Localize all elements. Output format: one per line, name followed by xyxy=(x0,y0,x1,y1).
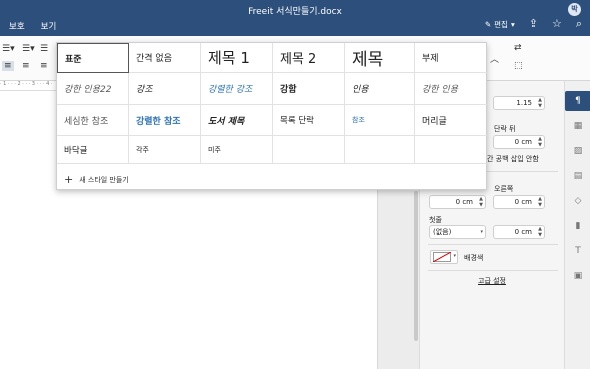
style-item xyxy=(273,136,345,164)
paragraph-after-input[interactable]: 0 cm ▲ ▼ xyxy=(493,135,545,149)
line-spacing-value: 1.15 xyxy=(516,99,532,107)
background-color-button[interactable]: ▾ xyxy=(430,250,458,264)
first-line-select[interactable]: (없음) ▾ xyxy=(429,225,486,239)
chevron-down-icon: ▾ xyxy=(453,253,456,259)
indent-right-label: 오른쪽 xyxy=(494,185,514,193)
style-item[interactable]: 강렬한 강조 xyxy=(201,73,273,105)
stepper-icon[interactable]: ▲ ▼ xyxy=(479,196,483,208)
line-spacing-input[interactable]: 1.15 ▲ ▼ xyxy=(493,96,545,110)
multilevel-list-icon[interactable]: ☰ xyxy=(40,44,48,54)
search-icon[interactable]: ⌕ xyxy=(576,18,582,30)
style-item[interactable]: 부제 xyxy=(415,43,487,73)
style-item[interactable]: 강한 인용 xyxy=(415,73,487,105)
first-line-select-value: (없음) xyxy=(433,228,452,236)
table-icon[interactable]: ▦ xyxy=(571,119,585,133)
style-item[interactable]: 참조 xyxy=(345,105,415,136)
image-icon[interactable]: ▨ xyxy=(571,144,585,158)
new-style-label: 새 스타일 만들기 xyxy=(79,175,129,184)
text-art-icon[interactable]: T xyxy=(571,244,585,258)
style-item[interactable]: 강조 xyxy=(129,73,201,105)
indent-left-value: 0 cm xyxy=(455,198,473,206)
first-line-label: 첫줄 xyxy=(429,216,442,224)
paragraph-after-value: 0 cm xyxy=(514,138,532,146)
stepper-icon[interactable]: ▲ ▼ xyxy=(538,226,542,238)
align-center-icon[interactable]: ≡ xyxy=(22,61,30,71)
align-right-icon[interactable]: ≡ xyxy=(40,61,48,71)
plus-icon: + xyxy=(64,173,74,186)
style-item[interactable]: 머리글 xyxy=(415,105,487,136)
styles-gallery: 표준 간격 없음 제목 1 제목 2 제목 부제강한 인용22 강조 강렬한 강조 강함 인용 강한… xyxy=(56,42,487,190)
toolbar-right: ✎ 편집 ▾ ⇪ ☆ ⌕ xyxy=(485,18,582,30)
ruler: · 1 · · · 2 · · · 3 · · · 4 · xyxy=(0,81,56,91)
style-item[interactable]: 인용 xyxy=(345,73,415,105)
style-item[interactable]: 세심한 참조 xyxy=(57,105,129,136)
numbered-list-icon[interactable]: ☰▾ xyxy=(22,44,35,54)
menu-bar: 보호 보기 xyxy=(9,20,56,32)
style-item[interactable]: 제목 1 xyxy=(201,43,273,73)
shapes-icon[interactable]: ◇ xyxy=(571,194,585,208)
style-item xyxy=(415,136,487,164)
paragraph-icon[interactable]: ¶ xyxy=(565,91,590,111)
style-item[interactable]: 바닥글 xyxy=(57,136,129,164)
first-line-value: 0 cm xyxy=(514,228,532,236)
advanced-settings-link[interactable]: 고급 설정 xyxy=(478,276,506,286)
side-toolbar: ¶ ▦ ▨ ▤ ◇ ▮ T ▣ xyxy=(564,81,590,369)
stepper-icon[interactable]: ▲ ▼ xyxy=(538,97,542,109)
indent-right-input[interactable]: 0 cm ▲ ▼ xyxy=(493,195,545,209)
indent-right-value: 0 cm xyxy=(514,198,532,206)
title-bar: Freeit 서식만들기.docx 보호 보기 박 ✎ 편집 ▾ ⇪ ☆ ⌕ xyxy=(0,0,590,36)
style-item[interactable]: 표준 xyxy=(57,43,129,73)
pencil-icon: ✎ xyxy=(484,19,492,29)
menu-protect[interactable]: 보호 xyxy=(9,20,25,32)
stepper-icon[interactable]: ▲ ▼ xyxy=(538,196,542,208)
style-item[interactable]: 도서 제목 xyxy=(201,105,273,136)
divider xyxy=(428,244,558,245)
divider xyxy=(428,270,558,271)
chevron-down-icon: ▾ xyxy=(510,19,515,29)
style-item[interactable]: 목록 단락 xyxy=(273,105,345,136)
stepper-icon[interactable]: ▲ ▼ xyxy=(538,136,542,148)
collapse-styles-icon[interactable]: ︿ xyxy=(490,52,499,65)
no-space-checkbox-label[interactable]: 간 공백 삽입 안함 xyxy=(487,154,539,164)
style-item[interactable]: 간격 없음 xyxy=(129,43,201,73)
style-item xyxy=(345,136,415,164)
document-title: Freeit 서식만들기.docx xyxy=(248,7,342,17)
align-left-icon[interactable]: ≡ xyxy=(2,61,14,71)
header-footer-icon[interactable]: ▤ xyxy=(571,169,585,183)
bullet-list-icon[interactable]: ☰▾ xyxy=(2,44,15,54)
menu-view[interactable]: 보기 xyxy=(41,20,57,32)
style-item[interactable]: 각주 xyxy=(129,136,201,164)
select-icon[interactable]: ⬚ xyxy=(514,61,523,71)
chart-icon[interactable]: ▮ xyxy=(571,219,585,233)
first-line-input[interactable]: 0 cm ▲ ▼ xyxy=(493,225,545,239)
paragraph-after-label: 단락 뒤 xyxy=(494,125,516,133)
background-color-label: 배경색 xyxy=(464,254,484,262)
share-icon[interactable]: ⇪ xyxy=(529,18,538,30)
style-item[interactable]: 제목 xyxy=(345,43,415,73)
replace-icon[interactable]: ⇄ xyxy=(514,43,522,53)
avatar[interactable]: 박 xyxy=(568,3,581,16)
indent-left-input[interactable]: 0 cm ▲ ▼ xyxy=(429,195,486,209)
star-icon[interactable]: ☆ xyxy=(552,18,562,30)
edit-button-label: 편집 xyxy=(494,19,508,29)
style-item[interactable]: 강렬한 참조 xyxy=(129,105,201,136)
style-item[interactable]: 강한 인용22 xyxy=(57,73,129,105)
style-item[interactable]: 강함 xyxy=(273,73,345,105)
style-item[interactable]: 제목 2 xyxy=(273,43,345,73)
form-icon[interactable]: ▣ xyxy=(571,269,585,283)
new-style-button[interactable]: + 새 스타일 만들기 xyxy=(64,173,129,186)
style-item[interactable]: 미주 xyxy=(201,136,273,164)
no-color-swatch-icon xyxy=(433,252,451,262)
chevron-down-icon: ▾ xyxy=(480,229,483,235)
edit-button[interactable]: ✎ 편집 ▾ xyxy=(485,19,515,30)
scrollbar-thumb[interactable] xyxy=(414,191,418,341)
